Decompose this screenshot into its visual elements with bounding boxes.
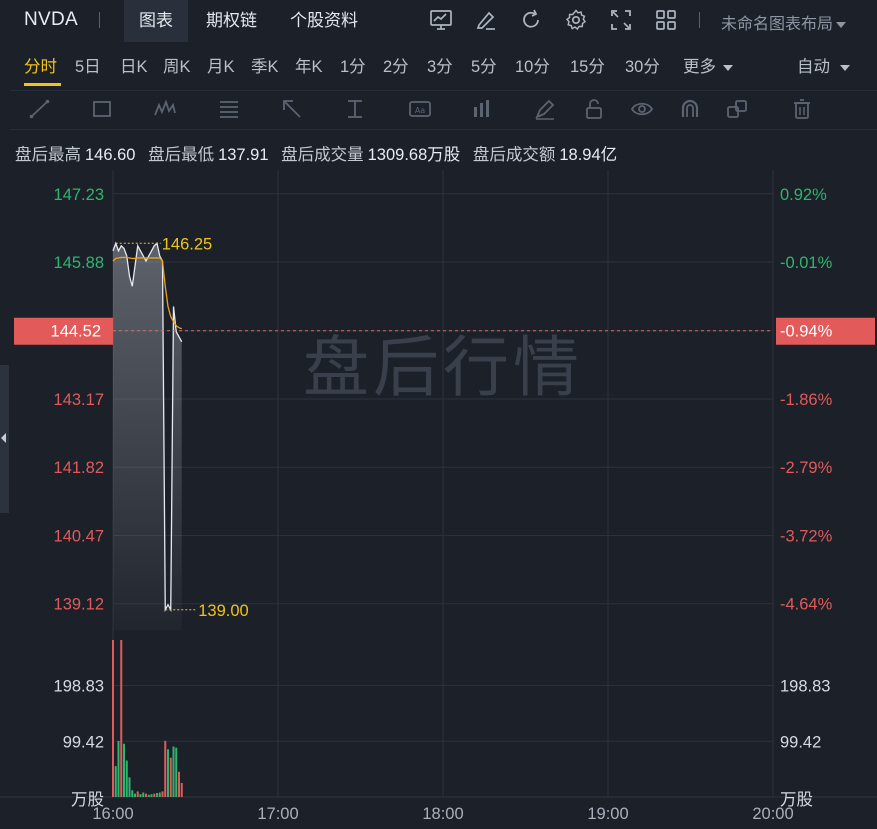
chart-watermark: 盘后行情 — [303, 329, 583, 406]
volume-bar — [175, 747, 178, 797]
pct-tick-label: -4.64% — [780, 596, 833, 614]
intraday-chart[interactable]: 盘后行情 146.25 139.00 147.23 0.92% 145.88 -0.01… — [0, 0, 877, 829]
volume-bar — [131, 790, 134, 797]
price-tick-label: 141.82 — [54, 459, 104, 477]
high-annotation-label: 146.25 — [162, 235, 212, 253]
volume-bar — [117, 740, 120, 797]
volume-bar — [158, 792, 161, 797]
volume-tick-label: 198.83 — [54, 678, 104, 696]
volume-bar — [128, 777, 131, 797]
volume-bar — [167, 749, 169, 797]
reference-price-label: 144.52 — [51, 323, 101, 341]
volume-bar — [180, 782, 183, 797]
pct-tick-label: -1.86% — [780, 391, 833, 409]
pct-tick-label: -2.79% — [780, 459, 833, 477]
pct-tick-label: -0.01% — [780, 254, 833, 272]
volume-bar — [150, 794, 153, 797]
volume-bar — [156, 793, 158, 797]
volume-bar — [125, 760, 128, 797]
time-tick-label: 17:00 — [257, 805, 298, 823]
price-tick-label: 145.88 — [54, 254, 104, 272]
pct-tick-label: -3.72% — [780, 527, 833, 545]
volume-bar — [172, 746, 175, 797]
volume-tick-label: 198.83 — [780, 678, 830, 696]
volume-bar — [169, 757, 172, 797]
volume-bar — [178, 771, 180, 797]
volume-bars — [112, 640, 183, 797]
price-tick-label: 140.47 — [54, 527, 104, 545]
volume-bar — [145, 793, 147, 797]
volume-bar — [112, 640, 114, 797]
price-tick-label: 139.12 — [54, 596, 104, 614]
volume-bar — [139, 794, 142, 797]
volume-bar — [142, 792, 145, 797]
volume-bar — [164, 740, 167, 797]
volume-bar — [147, 794, 150, 797]
pct-tick-label: 0.92% — [780, 186, 827, 204]
volume-bar — [114, 766, 117, 797]
volume-bar — [134, 793, 136, 797]
price-tick-label: 143.17 — [54, 391, 104, 409]
volume-bar — [136, 791, 139, 797]
volume-bar — [161, 791, 164, 797]
volume-bar — [123, 743, 125, 797]
price-series: 146.25 139.00 — [112, 235, 249, 631]
time-tick-label: 19:00 — [587, 805, 628, 823]
reference-pct-label: -0.94% — [780, 323, 833, 341]
volume-tick-label: 99.42 — [63, 733, 104, 751]
volume-unit-label: 万股 — [71, 790, 104, 809]
volume-tick-label: 99.42 — [780, 733, 821, 751]
time-tick-label: 18:00 — [422, 805, 463, 823]
price-tick-label: 147.23 — [54, 186, 104, 204]
volume-bar — [153, 793, 156, 797]
low-annotation-label: 139.00 — [198, 602, 248, 620]
volume-unit-label: 万股 — [780, 790, 813, 809]
volume-bar — [120, 640, 123, 797]
